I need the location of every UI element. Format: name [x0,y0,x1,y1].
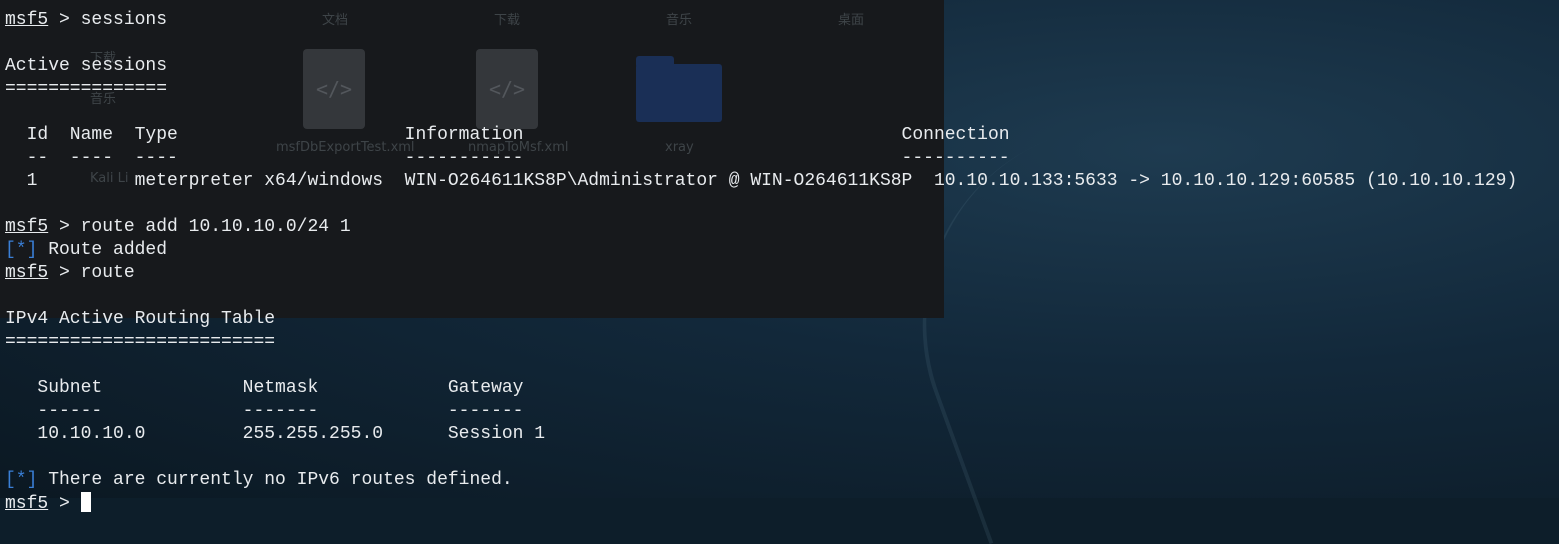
terminal-line [5,285,1517,308]
terminal-line: =============== [5,78,1517,101]
terminal-line-text: > [48,494,81,514]
terminal-line: msf5 > route [5,262,1517,285]
terminal-line-text: Active sessions [5,56,168,76]
terminal-line: -- ---- ---- ----------- ---------- [5,147,1517,170]
terminal-line-text: ========================= [5,332,276,352]
terminal-line-text [5,194,16,214]
terminal-line-text: 10.10.10.0 255.255.255.0 Session 1 [5,424,546,444]
terminal-line [5,32,1517,55]
terminal-line: msf5 > sessions [5,9,1517,32]
msf-prompt: msf5 [5,10,49,30]
terminal-cursor[interactable] [80,492,91,512]
terminal-line-text: Id Name Type Information Connection [5,125,1010,145]
terminal-line-text: =============== [5,79,168,99]
status-marker: [*] [5,240,38,260]
msf-prompt: msf5 [5,263,49,283]
terminal-line: ========================= [5,331,1517,354]
terminal-line: ------ ------- ------- [5,400,1517,423]
terminal-line-text [5,286,16,306]
terminal-line-text [5,355,16,375]
terminal-line: Subnet Netmask Gateway [5,377,1517,400]
terminal-line: Active sessions [5,55,1517,78]
terminal-line-text: 1 meterpreter x64/windows WIN-O264611KS8… [5,171,1518,191]
terminal-line-text: > route add 10.10.10.0/24 1 [48,217,351,237]
terminal-line: Id Name Type Information Connection [5,124,1517,147]
terminal-line-text: Subnet Netmask Gateway [5,378,524,398]
terminal-line-text: > route [48,263,135,283]
terminal-line-text: ------ ------- ------- [5,401,524,421]
terminal-line [5,446,1517,469]
terminal-line-text: > sessions [48,10,168,30]
status-marker: [*] [5,470,38,490]
terminal-line [5,193,1517,216]
terminal-line-text: IPv4 Active Routing Table [5,309,276,329]
terminal-line: [*] Route added [5,239,1517,262]
terminal-output[interactable]: msf5 > sessions Active sessions =========… [5,9,1517,516]
terminal-line: [*] There are currently no IPv6 routes d… [5,469,1517,492]
terminal-line: 10.10.10.0 255.255.255.0 Session 1 [5,423,1517,446]
terminal-line-text: -- ---- ---- ----------- ---------- [5,148,1010,168]
msf-prompt: msf5 [5,217,49,237]
terminal-line: 1 meterpreter x64/windows WIN-O264611KS8… [5,170,1518,193]
terminal-line: msf5 > [5,492,1517,516]
terminal-line: msf5 > route add 10.10.10.0/24 1 [5,216,1517,239]
terminal-line-text: There are currently no IPv6 routes defin… [37,470,513,490]
terminal-line [5,354,1517,377]
terminal-line [5,101,1517,124]
terminal-line-text [5,447,16,467]
terminal-line-text [5,33,16,53]
terminal-line-text [5,102,16,122]
terminal-line: IPv4 Active Routing Table [5,308,1517,331]
terminal-line-text: Route added [37,240,168,260]
msf-prompt: msf5 [5,494,49,514]
